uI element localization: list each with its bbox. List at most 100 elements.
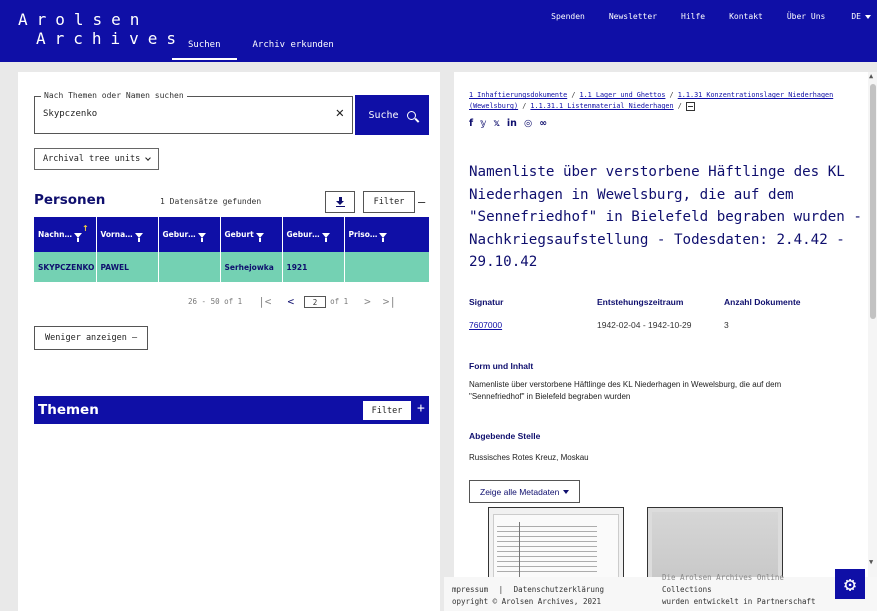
search-button[interactable]: Suche <box>355 95 429 135</box>
arolsen-logo[interactable]: Arolsen Archives <box>18 10 185 48</box>
xing-icon[interactable]: 𝕩 <box>493 118 500 129</box>
nav-hilfe[interactable]: Hilfe <box>669 12 717 21</box>
zeitraum-value: 1942-02-04 - 1942-10-29 <box>597 320 692 330</box>
cell-nachname[interactable]: SKYPCZENKO <box>34 252 97 282</box>
archival-tree-units-button[interactable]: Archival tree units <box>34 148 160 170</box>
search-field[interactable]: Nach Themen oder Namen suchen Skypczenko… <box>34 91 353 134</box>
cell-vorname[interactable]: PAWEL <box>96 252 159 282</box>
nav-ueber-uns[interactable]: Über Uns <box>775 12 838 21</box>
page-range: 26 - 50 of 1 <box>188 297 243 306</box>
nav-newsletter[interactable]: Newsletter <box>597 12 669 21</box>
chevron-down-icon <box>145 154 152 161</box>
search-icon <box>406 110 416 120</box>
table-row[interactable]: SKYPCZENKO PAWEL Serhejowka 1921 <box>34 252 429 282</box>
social-share: f 𝕪 𝕩 in ◎ ∞ <box>469 118 547 129</box>
form-header: Form und Inhalt <box>469 361 534 371</box>
source-header: Abgebende Stelle <box>469 431 541 441</box>
linkedin-icon[interactable]: in <box>507 118 517 129</box>
signatur-link[interactable]: 7607000 <box>469 320 502 330</box>
document-detail-panel: 1 Inhaftierungsdokumente / 1.1 Lager und… <box>454 72 868 580</box>
breadcrumb-item-2[interactable]: 1.1 Lager und Ghettos <box>580 91 666 99</box>
nav-spenden[interactable]: Spenden <box>539 12 597 21</box>
expand-themen-icon[interactable]: + <box>417 401 425 416</box>
persons-filter-button[interactable]: Filter <box>363 191 415 213</box>
last-page-button[interactable]: >| <box>383 295 396 308</box>
main-nav: Suchen Archiv erkunden <box>172 40 350 60</box>
first-page-button[interactable]: |< <box>258 295 271 308</box>
tab-suchen[interactable]: Suchen <box>172 40 237 60</box>
facebook-icon[interactable]: f <box>469 118 473 129</box>
gear-icon[interactable]: ⚙ <box>835 569 865 599</box>
anzahl-label: Anzahl Dokumente <box>724 297 801 307</box>
scrollbar-thumb[interactable] <box>870 84 876 319</box>
page-number-input[interactable]: 2 <box>304 295 327 308</box>
themen-title: Themen <box>38 402 99 418</box>
show-less-button[interactable]: Weniger anzeigen — <box>34 326 149 350</box>
cell-geburtsjahr[interactable]: 1921 <box>282 252 345 282</box>
download-icon <box>335 197 345 207</box>
breadcrumb-separator: / <box>677 102 682 110</box>
caret-down-icon <box>563 489 570 494</box>
signatur-label: Signatur <box>469 297 504 307</box>
document-title: Namenliste über verstorbene Häftlinge de… <box>469 164 862 270</box>
datenschutz-link[interactable]: Datenschutzerklärung <box>514 585 604 594</box>
column-header-nachname[interactable]: Nachn…↑ <box>34 217 97 252</box>
footer-cut-line: Die Arolsen Archives Online <box>662 573 784 582</box>
language-selector[interactable]: DE <box>837 12 877 21</box>
search-button-label: Suche <box>368 109 399 121</box>
logo-line-2: Archives <box>36 29 186 48</box>
footer-legal-links: mpressum | Datenschutzerklärung <box>452 585 604 594</box>
cell-prisoner-number[interactable] <box>344 252 429 282</box>
anzahl-value: 3 <box>724 320 729 330</box>
sort-up-icon[interactable]: ↑ <box>82 224 89 233</box>
column-header-geburtsjahr[interactable]: Gebur… <box>282 217 345 252</box>
form-text: Namenliste über verstorbene Häftlinge de… <box>469 380 782 401</box>
next-page-button[interactable]: > <box>364 295 371 308</box>
filter-icon[interactable] <box>197 232 206 242</box>
persons-title: Personen <box>34 192 106 208</box>
column-header-vorname[interactable]: Vorna… <box>96 217 159 252</box>
download-button[interactable] <box>325 191 355 213</box>
whatsapp-icon[interactable]: ◎ <box>524 118 532 129</box>
metadata-button-label: Zeige alle Metadaten <box>480 486 560 497</box>
cell-geburtsdatum[interactable] <box>158 252 221 282</box>
filter-icon[interactable] <box>321 232 330 242</box>
pagination: 26 - 50 of 1 |< < 2 of 1 > >| <box>188 295 396 308</box>
document-thumbnail-1[interactable] <box>488 507 624 580</box>
filter-icon[interactable] <box>379 232 388 242</box>
breadcrumb-item-4[interactable]: 1.1.31.1 Listenmaterial Niederhagen <box>530 102 673 110</box>
persons-table: Nachn…↑ Vorna… Gebur… Geburt Gebur… Pris… <box>34 217 429 282</box>
site-footer: mpressum | Datenschutzerklärung opyright… <box>444 573 877 611</box>
scroll-down-icon[interactable]: ▼ <box>869 558 873 566</box>
language-label: DE <box>851 12 861 21</box>
filter-icon[interactable] <box>255 232 264 242</box>
breadcrumb-separator: / <box>522 102 527 110</box>
filter-icon[interactable] <box>73 232 82 242</box>
caret-down-icon <box>865 14 871 19</box>
filter-icon[interactable] <box>134 232 143 242</box>
column-header-prisoner-number[interactable]: Priso… <box>344 217 429 252</box>
clear-icon[interactable]: ✕ <box>336 106 344 120</box>
logo-line-1: Arolsen <box>18 10 149 29</box>
nav-kontakt[interactable]: Kontakt <box>717 12 775 21</box>
partnership-text: wurden entwickelt in Partnerschaft <box>662 597 816 606</box>
themen-filter-button[interactable]: Filter <box>363 401 411 420</box>
tab-archiv-erkunden[interactable]: Archiv erkunden <box>237 40 350 60</box>
collapse-icon[interactable] <box>685 101 695 111</box>
zeitraum-label: Entstehungszeitraum <box>597 297 684 307</box>
twitter-icon[interactable]: 𝕪 <box>480 118 486 129</box>
search-input[interactable]: Skypczenko <box>43 109 97 119</box>
table-header-row: Nachn…↑ Vorna… Gebur… Geburt Gebur… Pris… <box>34 217 429 252</box>
prev-page-button[interactable]: < <box>287 295 294 308</box>
scroll-up-icon[interactable]: ▲ <box>869 72 873 80</box>
column-header-geburtsdatum[interactable]: Gebur… <box>158 217 221 252</box>
column-header-geburtsort[interactable]: Geburt <box>220 217 283 252</box>
impressum-link[interactable]: mpressum <box>452 585 488 594</box>
collapse-persons-icon[interactable]: – <box>418 195 425 209</box>
document-thumbnail-2[interactable] <box>647 507 783 580</box>
show-metadata-button[interactable]: Zeige alle Metadaten <box>469 480 581 503</box>
cell-geburtsort[interactable]: Serhejowka <box>220 252 283 282</box>
link-icon[interactable]: ∞ <box>539 118 547 129</box>
breadcrumb-item-1[interactable]: 1 Inhaftierungsdokumente <box>469 91 567 99</box>
page-of: of 1 <box>330 297 349 306</box>
